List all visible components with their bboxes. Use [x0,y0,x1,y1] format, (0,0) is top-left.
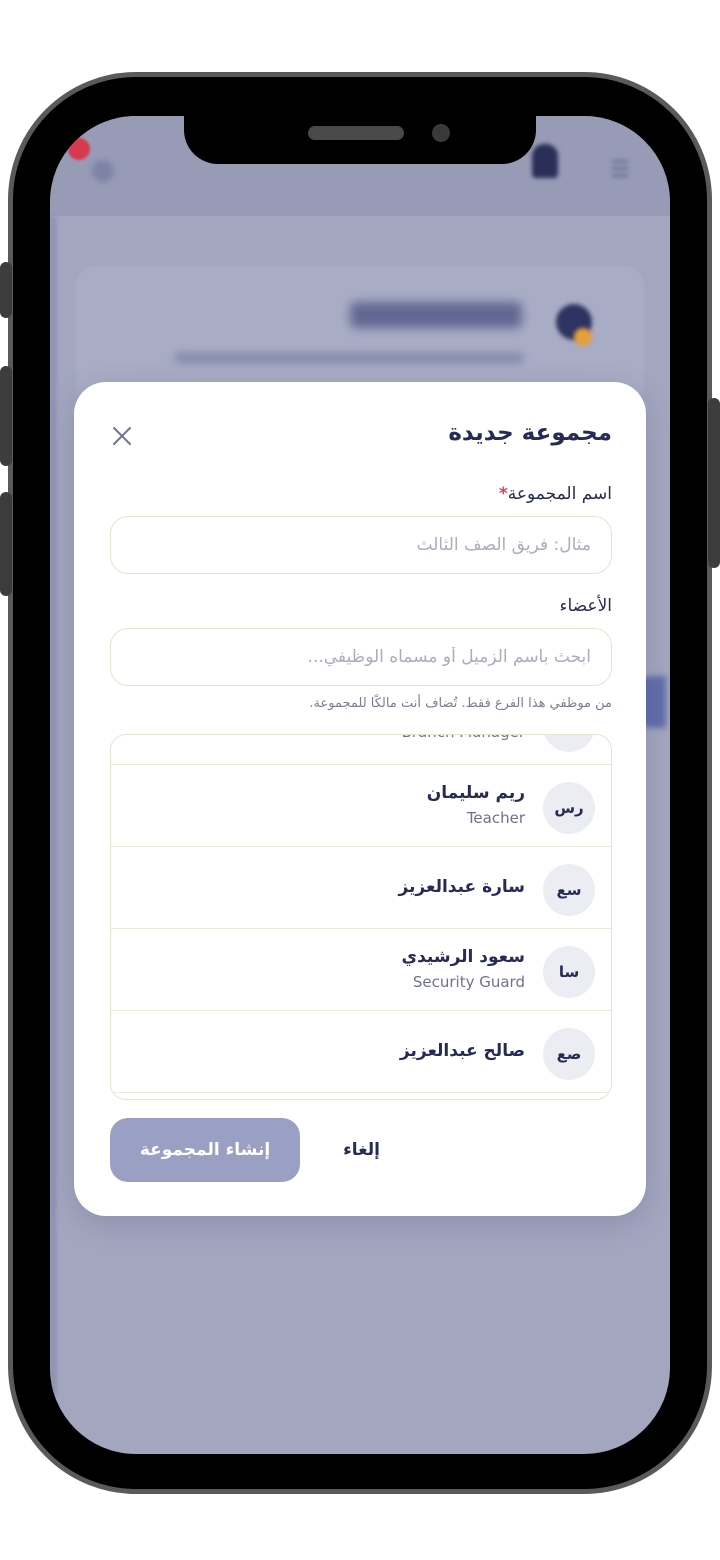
members-label: الأعضاء [559,596,612,616]
close-icon[interactable] [110,424,134,448]
member-row[interactable]: سع سارة عبدالعزيز [111,847,611,929]
notification-badge [68,138,90,160]
background-side-rail [50,216,56,1396]
member-avatar: رس [543,782,595,834]
member-avatar: سع [543,864,595,916]
modal-title: مجموعة جديدة [448,420,612,446]
phone-volume-down [0,492,12,596]
create-group-button[interactable]: إنشاء المجموعة [110,1118,300,1182]
notification-bell-icon [532,144,558,178]
member-avatar: سا [543,946,595,998]
notch-speaker [308,126,404,140]
cancel-button[interactable]: إلغاء [343,1140,380,1160]
member-name: ريم سليمان [426,783,525,803]
member-row[interactable]: سا سعود الرشيدي Security Guard [111,929,611,1011]
phone-volume-up [0,366,12,466]
new-group-modal: مجموعة جديدة اسم المجموعة* الأعضاء من مو… [74,382,646,1216]
members-hint: من موظفي هذا الفرع فقط. تُضاف أنت مالكًا… [309,696,612,711]
member-avatar [543,735,595,752]
notch-camera [432,124,450,142]
member-role: Branch Manager [402,735,525,741]
required-marker: * [498,484,508,504]
background-page-title [350,302,522,328]
background-avatar-status [574,328,592,346]
members-list[interactable]: Branch Manager رس ريم سليمان Teacher سع … [110,734,612,1100]
members-search-input[interactable] [110,628,612,686]
member-role: Teacher [466,809,525,827]
member-role: Security Guard [412,973,525,991]
group-name-label-text: اسم المجموعة [507,484,612,504]
phone-notch [184,116,536,164]
background-page-subtitle [174,352,524,364]
member-name: صالح عبدالعزيز [399,1041,525,1061]
settings-icon [92,160,114,182]
group-name-input[interactable] [110,516,612,574]
phone-power-button [708,398,720,568]
member-row[interactable]: صع صالح عبدالعزيز [111,1011,611,1093]
member-name: سعود الرشيدي [401,947,525,967]
phone-mute-switch [0,262,12,318]
menu-icon [612,160,628,178]
member-avatar: صع [543,1028,595,1080]
member-row[interactable]: رس ريم سليمان Teacher [111,765,611,847]
member-name: سارة عبدالعزيز [398,877,525,897]
group-name-label: اسم المجموعة* [495,484,612,504]
member-row[interactable]: Branch Manager [111,735,611,765]
